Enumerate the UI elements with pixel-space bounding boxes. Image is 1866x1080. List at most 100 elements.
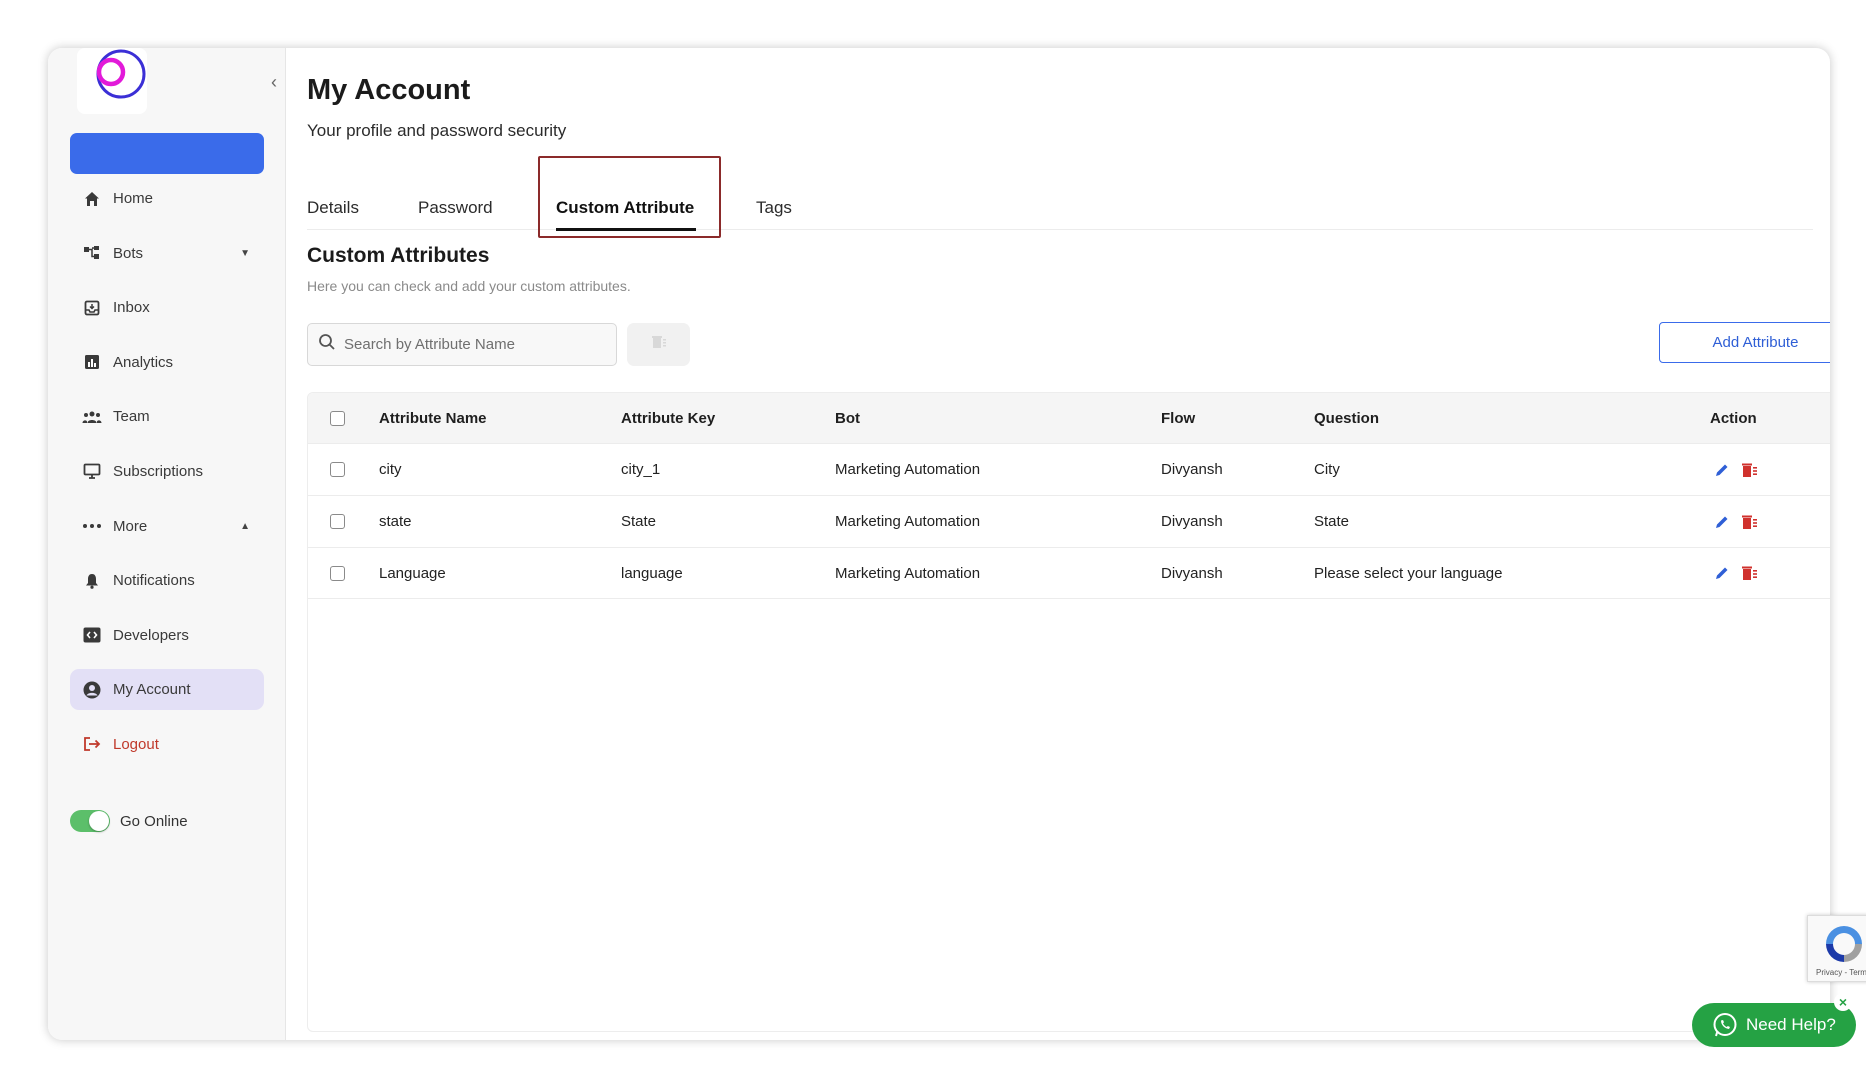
search-input[interactable] [344,336,594,353]
account-icon [81,679,103,701]
need-help-button[interactable]: Need Help? [1692,1003,1856,1047]
active-tab-indicator [556,228,696,231]
attribute-name: Language [379,564,446,582]
sidebar-item-subscriptions[interactable]: Subscriptions [70,451,264,492]
attribute-key: city_1 [621,461,661,478]
attribute-question: City [1314,461,1340,478]
main-content: My Account Your profile and password sec… [307,48,1830,1040]
table-row: state State Marketing Automation Divyans… [308,495,1830,547]
subscriptions-icon [81,460,103,482]
inbox-icon [81,297,103,319]
column-header[interactable]: Flow [1161,393,1195,443]
sidebar-item-label: Developers [113,626,189,644]
tab-bar: Details Password Custom Attribute Tags [307,158,1813,231]
delete-icon[interactable] [1740,563,1760,583]
tab-details[interactable]: Details [307,198,359,218]
attributes-table: Attribute Name Attribute Key Bot Flow Qu… [307,392,1830,1032]
delete-icon[interactable] [1740,512,1760,532]
more-icon [81,515,103,537]
recaptcha-text[interactable]: Privacy - Terms [1816,968,1866,977]
sidebar-item-label: Logout [113,735,159,753]
attribute-bot: Marketing Automation [835,564,981,582]
recaptcha-icon [1826,926,1862,962]
sidebar: ‹ Home Bots ▼ Inbox Analytics Team Subsc… [48,48,286,1040]
code-icon [81,624,103,646]
sidebar-item-label: My Account [113,681,191,699]
row-checkbox[interactable] [330,565,345,581]
trash-icon [651,334,667,355]
attribute-key: State [621,513,657,530]
bots-icon [81,242,103,264]
sidebar-item-developers[interactable]: Developers [70,615,264,656]
sidebar-item-label: Analytics [113,353,174,371]
recaptcha-badge[interactable]: Privacy - Terms [1807,915,1866,982]
logout-icon [81,733,103,755]
edit-icon[interactable] [1712,460,1732,480]
tab-tags[interactable]: Tags [756,198,792,218]
chevron-down-icon[interactable]: ▼ [240,248,250,259]
row-checkbox[interactable] [330,514,345,529]
attribute-key: language [621,564,683,582]
sidebar-item-team[interactable]: Team [70,396,264,437]
logo-icon [96,49,146,99]
tab-custom-attribute[interactable]: Custom Attribute [556,198,694,218]
sidebar-item-my-account[interactable]: My Account [70,669,264,711]
go-online-label: Go Online [120,812,188,830]
column-header: Action [1710,409,1757,427]
search-box[interactable] [307,323,617,366]
go-online-toggle[interactable] [70,810,110,832]
row-checkbox[interactable] [330,462,345,477]
home-icon [81,188,103,210]
page-subtitle: Your profile and password security [307,121,567,140]
sidebar-item-label: Notifications [113,572,195,590]
edit-icon[interactable] [1712,563,1732,583]
tab-password[interactable]: Password [418,198,493,218]
app-window: ‹ Home Bots ▼ Inbox Analytics Team Subsc… [48,48,1830,1040]
attribute-name: state [379,513,412,530]
logo[interactable] [77,48,147,114]
sidebar-item-bots[interactable]: Bots ▼ [70,233,264,274]
sidebar-item-label: Subscriptions [113,462,204,480]
bell-icon [81,570,103,592]
workspace-button[interactable] [70,133,264,174]
column-header[interactable]: Bot [835,393,860,443]
close-icon[interactable]: × [1834,993,1852,1011]
row-actions [1712,444,1760,495]
attribute-flow: Divyansh [1161,513,1223,530]
bulk-delete-button[interactable] [627,323,690,366]
whatsapp-icon [1712,1012,1738,1038]
sidebar-item-inbox[interactable]: Inbox [70,287,264,328]
add-attribute-button[interactable]: Add Attribute [1659,322,1830,363]
analytics-icon [81,351,103,373]
search-icon [318,333,336,356]
sidebar-item-label: Home [113,190,154,207]
attribute-flow: Divyansh [1161,564,1223,582]
chevron-up-icon[interactable]: ▲ [240,521,250,532]
sidebar-item-more[interactable]: More ▲ [70,506,264,547]
select-all-checkbox[interactable] [330,410,345,426]
need-help-label: Need Help? [1746,1015,1836,1034]
sidebar-item-label: Bots [113,244,144,262]
edit-icon[interactable] [1712,512,1732,532]
attribute-question: Please select your language [1314,564,1503,582]
row-actions [1712,548,1760,598]
go-online-row: Go Online [70,810,188,832]
attribute-bot: Marketing Automation [835,461,981,478]
sidebar-item-label: Inbox [113,299,150,317]
table-header: Attribute Name Attribute Key Bot Flow Qu… [308,393,1830,443]
sidebar-nav: Home Bots ▼ Inbox Analytics Team Subscri… [70,178,264,779]
sidebar-item-home[interactable]: Home [70,178,264,219]
collapse-sidebar-icon[interactable]: ‹ [266,72,282,92]
sidebar-item-logout[interactable]: Logout [70,724,264,765]
delete-icon[interactable] [1740,460,1760,480]
column-header[interactable]: Attribute Key [621,393,715,443]
column-header[interactable]: Question [1314,393,1379,443]
sidebar-item-label: Team [113,408,150,426]
row-actions [1712,496,1760,547]
sidebar-item-notifications[interactable]: Notifications [70,560,264,601]
column-header[interactable]: Attribute Name [379,393,487,443]
attribute-question: State [1314,513,1350,530]
table-row: city city_1 Marketing Automation Divyans… [308,443,1830,495]
team-icon [81,406,103,428]
sidebar-item-analytics[interactable]: Analytics [70,342,264,383]
